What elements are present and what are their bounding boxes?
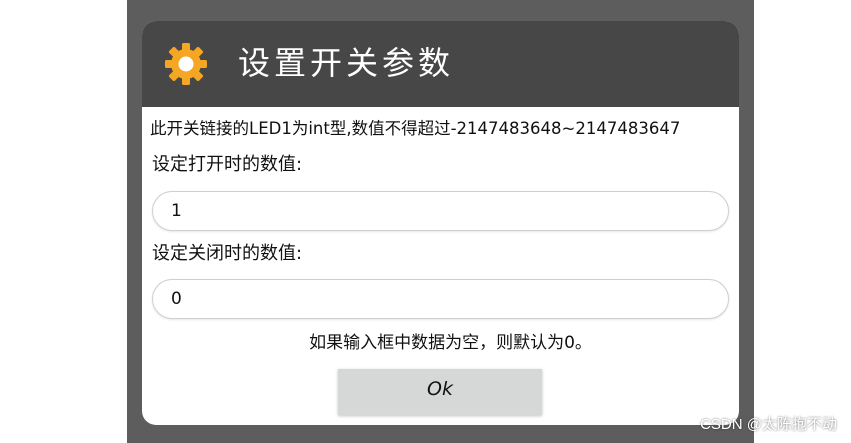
open-value-label: 设定打开时的数值:	[152, 154, 303, 175]
close-value-text: 0	[171, 289, 182, 309]
info-text: 此开关链接的LED1为int型,数值不得超过-2147483648~214748…	[150, 119, 681, 138]
open-value-text: 1	[171, 201, 182, 221]
open-value-input[interactable]: 1	[152, 191, 729, 231]
gear-icon	[165, 43, 207, 85]
hint-text: 如果输入框中数据为空，则默认为0。	[309, 333, 592, 353]
dialog-header: 设置开关参数	[142, 21, 739, 107]
settings-dialog: 设置开关参数 此开关链接的LED1为int型,数值不得超过-2147483648…	[142, 21, 739, 425]
close-value-label: 设定关闭时的数值:	[152, 243, 303, 264]
dialog-title: 设置开关参数	[238, 44, 455, 82]
watermark: CSDN @太陈抱不动	[700, 416, 837, 433]
ok-button[interactable]: Ok	[338, 369, 542, 415]
close-value-input[interactable]: 0	[152, 279, 729, 319]
